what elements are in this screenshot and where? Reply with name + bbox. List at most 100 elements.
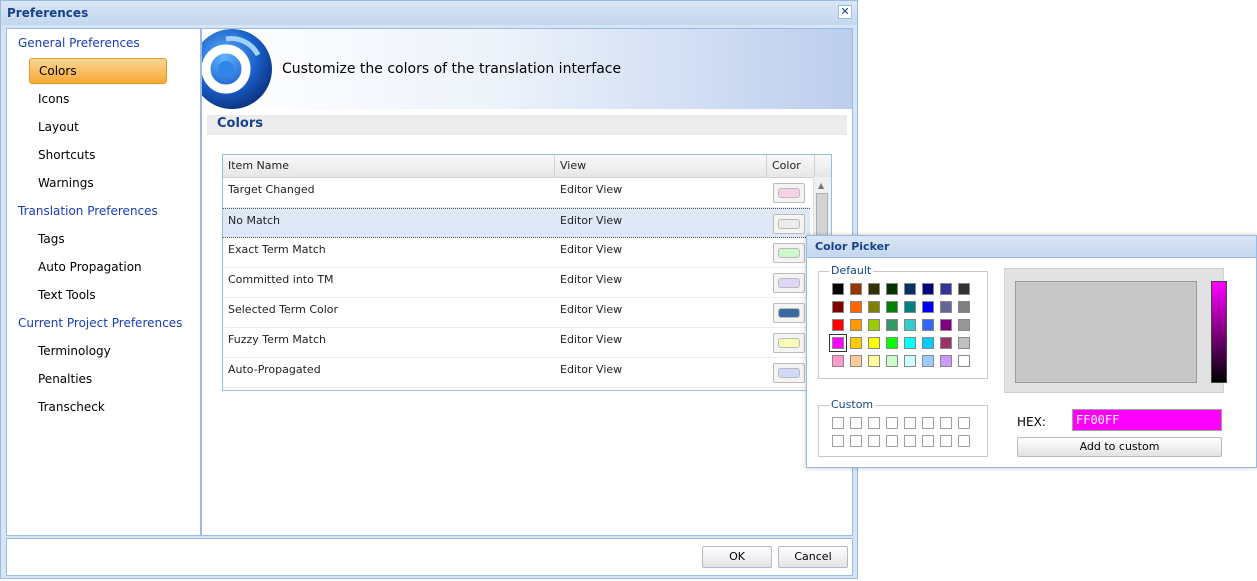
palette-swatch[interactable] xyxy=(886,337,898,349)
palette-swatch[interactable] xyxy=(850,337,862,349)
color-swatch-button[interactable] xyxy=(773,363,805,383)
palette-swatch[interactable] xyxy=(940,319,952,331)
palette-swatch[interactable] xyxy=(922,283,934,295)
colors-grid: Item Name View Color Target Changed Edito… xyxy=(222,154,832,391)
palette-swatch[interactable] xyxy=(958,301,970,313)
content-panel: Customize the colors of the translation … xyxy=(201,28,853,536)
palette-swatch[interactable] xyxy=(832,319,844,331)
column-item-name[interactable]: Item Name xyxy=(223,155,555,177)
palette-swatch[interactable] xyxy=(832,283,844,295)
custom-swatch[interactable] xyxy=(868,417,880,429)
color-swatch-button[interactable] xyxy=(773,214,805,234)
table-row[interactable]: Auto-Propagated Editor View xyxy=(223,358,810,388)
sidebar-item-transcheck[interactable]: Transcheck xyxy=(38,397,105,417)
palette-swatch[interactable] xyxy=(958,355,970,367)
table-row[interactable]: Fuzzy Term Match Editor View xyxy=(223,328,810,358)
custom-swatch[interactable] xyxy=(904,417,916,429)
table-row[interactable]: Exact Term Match Editor View xyxy=(223,238,810,268)
palette-swatch[interactable] xyxy=(904,301,916,313)
scroll-up-icon[interactable]: ▲ xyxy=(818,181,824,190)
color-swatch-button[interactable] xyxy=(773,333,805,353)
palette-swatch[interactable] xyxy=(904,283,916,295)
add-to-custom-button[interactable]: Add to custom xyxy=(1017,437,1222,457)
ok-button[interactable]: OK xyxy=(702,546,772,568)
view-cell: Editor View xyxy=(560,273,623,286)
color-swatch-button[interactable] xyxy=(773,303,805,323)
custom-swatch[interactable] xyxy=(958,417,970,429)
default-palette: Default xyxy=(818,264,988,379)
palette-swatch[interactable] xyxy=(832,301,844,313)
saturation-area[interactable] xyxy=(1015,281,1197,383)
custom-swatch[interactable] xyxy=(832,417,844,429)
palette-swatch[interactable] xyxy=(868,355,880,367)
hue-slider[interactable] xyxy=(1211,281,1227,383)
palette-swatch[interactable] xyxy=(832,355,844,367)
palette-swatch[interactable] xyxy=(904,337,916,349)
sidebar-item-layout[interactable]: Layout xyxy=(38,117,79,137)
table-row[interactable]: Target Changed Editor View xyxy=(223,178,810,208)
custom-swatch[interactable] xyxy=(832,435,844,447)
custom-swatch[interactable] xyxy=(940,435,952,447)
sidebar-item-terminology[interactable]: Terminology xyxy=(38,341,111,361)
sidebar-item-penalties[interactable]: Penalties xyxy=(38,369,92,389)
palette-swatch[interactable] xyxy=(850,355,862,367)
palette-swatch[interactable] xyxy=(922,337,934,349)
table-row[interactable]: No Match Editor View xyxy=(223,208,810,238)
sidebar-group-translation-preferences[interactable]: Translation Preferences xyxy=(18,201,158,221)
palette-swatch[interactable] xyxy=(904,355,916,367)
sidebar-item-auto-propagation[interactable]: Auto Propagation xyxy=(38,257,142,277)
cancel-button[interactable]: Cancel xyxy=(778,546,848,568)
custom-swatch[interactable] xyxy=(922,435,934,447)
custom-swatch[interactable] xyxy=(886,435,898,447)
palette-swatch[interactable] xyxy=(958,319,970,331)
sidebar-item-warnings[interactable]: Warnings xyxy=(38,173,94,193)
color-swatch-button[interactable] xyxy=(773,183,805,203)
palette-swatch[interactable] xyxy=(958,337,970,349)
sidebar-item-text-tools[interactable]: Text Tools xyxy=(38,285,96,305)
palette-swatch[interactable] xyxy=(829,334,847,352)
sidebar-item-icons[interactable]: Icons xyxy=(38,89,69,109)
palette-swatch[interactable] xyxy=(940,301,952,313)
palette-swatch[interactable] xyxy=(922,355,934,367)
custom-swatch[interactable] xyxy=(958,435,970,447)
custom-swatch[interactable] xyxy=(886,417,898,429)
close-icon[interactable]: ✕ xyxy=(838,5,852,19)
palette-swatch[interactable] xyxy=(886,283,898,295)
palette-swatch[interactable] xyxy=(940,283,952,295)
color-swatch-button[interactable] xyxy=(773,273,805,293)
sidebar-item-shortcuts[interactable]: Shortcuts xyxy=(38,145,95,165)
palette-swatch[interactable] xyxy=(868,301,880,313)
custom-swatch[interactable] xyxy=(868,435,880,447)
palette-swatch[interactable] xyxy=(904,319,916,331)
hex-input[interactable]: FF00FF xyxy=(1072,409,1222,431)
palette-swatch[interactable] xyxy=(940,337,952,349)
view-cell: Editor View xyxy=(560,363,623,376)
palette-swatch[interactable] xyxy=(922,301,934,313)
custom-swatch[interactable] xyxy=(922,417,934,429)
sidebar-group-general-preferences[interactable]: General Preferences xyxy=(18,33,140,53)
palette-swatch[interactable] xyxy=(868,283,880,295)
palette-swatch[interactable] xyxy=(940,355,952,367)
column-view[interactable]: View xyxy=(555,155,767,177)
sidebar-item-tags[interactable]: Tags xyxy=(38,229,65,249)
palette-swatch[interactable] xyxy=(850,319,862,331)
custom-swatch[interactable] xyxy=(850,417,862,429)
palette-swatch[interactable] xyxy=(922,319,934,331)
column-color[interactable]: Color xyxy=(767,155,815,177)
palette-swatch[interactable] xyxy=(868,337,880,349)
palette-swatch[interactable] xyxy=(868,319,880,331)
sidebar-item-colors[interactable]: Colors xyxy=(29,58,167,84)
palette-swatch[interactable] xyxy=(886,355,898,367)
table-row[interactable]: Committed into TM Editor View xyxy=(223,268,810,298)
palette-swatch[interactable] xyxy=(850,283,862,295)
table-row[interactable]: Selected Term Color Editor View xyxy=(223,298,810,328)
palette-swatch[interactable] xyxy=(850,301,862,313)
color-swatch-button[interactable] xyxy=(773,243,805,263)
custom-swatch[interactable] xyxy=(940,417,952,429)
palette-swatch[interactable] xyxy=(886,319,898,331)
custom-swatch[interactable] xyxy=(904,435,916,447)
custom-swatch[interactable] xyxy=(850,435,862,447)
palette-swatch[interactable] xyxy=(958,283,970,295)
palette-swatch[interactable] xyxy=(886,301,898,313)
sidebar-group-current-project-preferences[interactable]: Current Project Preferences xyxy=(18,313,182,333)
